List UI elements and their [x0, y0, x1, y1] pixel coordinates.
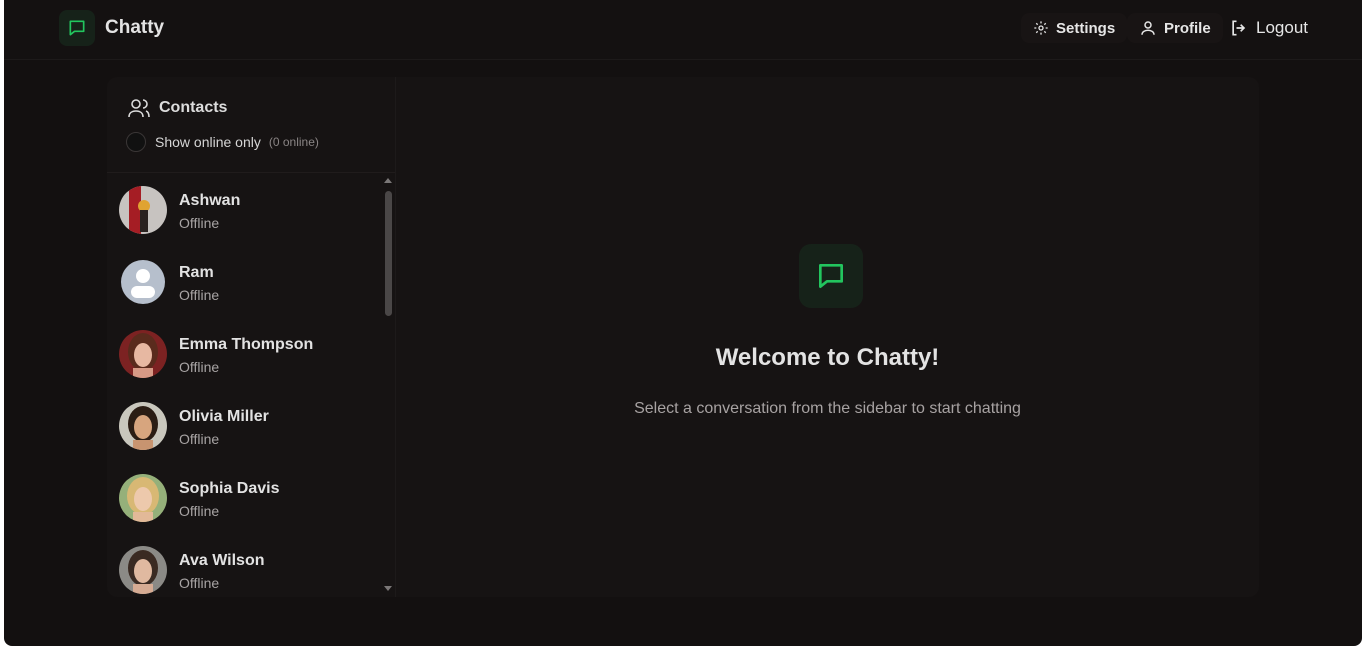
logout-label: Logout [1256, 18, 1308, 37]
contact-item[interactable]: Sophia Davis Offline [107, 462, 377, 534]
contact-name: Olivia Miller [179, 408, 269, 425]
chat-panel: Contacts Show online only (0 online) Ash… [107, 77, 1259, 597]
welcome-title: Welcome to Chatty! [715, 344, 940, 371]
contact-avatar [119, 474, 167, 522]
contact-status: Offline [179, 287, 220, 303]
scroll-down-arrow-icon[interactable] [384, 586, 392, 591]
online-only-checkbox[interactable] [126, 132, 146, 152]
settings-label: Settings [1056, 19, 1116, 37]
contact-name: Ram [179, 264, 214, 281]
logout-icon [1232, 20, 1246, 36]
scroll-thumb[interactable] [385, 191, 392, 316]
contacts-title: Contacts [159, 99, 228, 116]
online-filter-label: Show online only [155, 134, 261, 150]
welcome-subtitle: Select a conversation from the sidebar t… [634, 400, 1021, 417]
gear-icon [1034, 21, 1048, 35]
sidebar-header: Contacts Show online only (0 online) [107, 77, 395, 173]
settings-button[interactable]: Settings [1021, 13, 1128, 43]
online-count: (0 online) [268, 135, 319, 149]
contact-name: Ashwan [179, 192, 241, 209]
users-icon [128, 99, 150, 118]
contact-avatar [119, 402, 167, 450]
contacts-scrollbar[interactable] [382, 174, 394, 597]
chat-bubble-icon [799, 244, 863, 308]
contact-name: Emma Thompson [179, 336, 314, 353]
contacts-heading: Contacts [127, 96, 227, 120]
app-window: Chatty Settings Profile Logout Contacts [4, 0, 1362, 646]
contact-name: Sophia Davis [179, 480, 280, 497]
contact-list: Ashwan Offline Ram Offline Emma Thompson… [107, 174, 395, 597]
contact-item[interactable]: Ashwan Offline [107, 174, 377, 246]
contact-avatar [119, 546, 167, 594]
welcome-empty-state: Welcome to Chatty! Select a conversation… [396, 77, 1259, 597]
contact-status: Offline [179, 575, 220, 591]
logout-button[interactable]: Logout [1229, 13, 1308, 43]
default-user-avatar [119, 258, 167, 306]
contact-item[interactable]: Emma Thompson Offline [107, 318, 377, 390]
contact-status: Offline [179, 359, 220, 375]
contact-name: Ava Wilson [179, 552, 265, 569]
user-icon [1141, 21, 1155, 35]
app-name[interactable]: Chatty [105, 17, 164, 39]
contact-avatar [119, 186, 167, 234]
contact-item[interactable]: Olivia Miller Offline [107, 390, 377, 462]
top-navbar: Chatty Settings Profile Logout [4, 0, 1362, 60]
contacts-sidebar: Contacts Show online only (0 online) Ash… [107, 77, 396, 597]
scroll-up-arrow-icon[interactable] [384, 178, 392, 183]
contact-avatar [119, 330, 167, 378]
contact-status: Offline [179, 431, 220, 447]
profile-button[interactable]: Profile [1127, 13, 1223, 43]
contact-item[interactable]: Ram Offline [107, 246, 377, 318]
contact-status: Offline [179, 215, 220, 231]
contact-item[interactable]: Ava Wilson Offline [107, 534, 377, 597]
show-online-toggle[interactable]: Show online only (0 online) [126, 132, 319, 152]
chat-logo-icon[interactable] [59, 10, 95, 46]
profile-label: Profile [1164, 19, 1211, 37]
contact-status: Offline [179, 503, 220, 519]
